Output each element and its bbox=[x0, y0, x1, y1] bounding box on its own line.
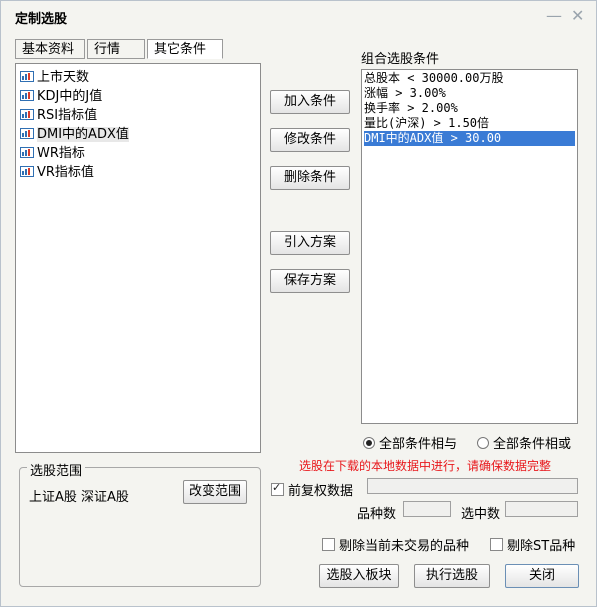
add-condition-button[interactable]: 加入条件 bbox=[270, 90, 350, 114]
count-label: 品种数 bbox=[357, 507, 397, 522]
select-to-block-button[interactable]: 选股入板块 bbox=[319, 564, 399, 588]
checkbox-checked-icon bbox=[271, 481, 284, 496]
conditions-list[interactable]: 总股本 < 30000.00万股 涨幅 > 3.00% 换手率 > 2.00% … bbox=[361, 69, 578, 424]
indicator-icon bbox=[20, 166, 34, 177]
tab-market[interactable]: 行情 bbox=[87, 39, 145, 59]
progress-field bbox=[367, 478, 578, 494]
condition-item[interactable]: 换手率 > 2.00% bbox=[364, 101, 575, 116]
indicator-icon bbox=[20, 128, 34, 139]
tree-item-listing-days[interactable]: 上市天数 bbox=[20, 69, 89, 87]
dialog-window: 定制选股 — ✕ 基本资料 行情 其它条件 上市天数 KDJ中的J值 RSI指标… bbox=[0, 0, 597, 607]
change-range-button[interactable]: 改变范围 bbox=[183, 480, 247, 504]
window-title: 定制选股 bbox=[15, 12, 68, 27]
indicator-icon bbox=[20, 71, 34, 82]
logic-and-radio[interactable]: 全部条件相与 bbox=[363, 433, 457, 452]
save-scheme-button[interactable]: 保存方案 bbox=[270, 269, 350, 293]
tab-basic-info[interactable]: 基本资料 bbox=[15, 39, 85, 59]
delete-condition-button[interactable]: 删除条件 bbox=[270, 166, 350, 190]
logic-or-label: 全部条件相或 bbox=[493, 437, 572, 452]
checkbox-unchecked-icon bbox=[490, 538, 503, 551]
tree-item-label: RSI指标值 bbox=[37, 108, 98, 123]
tree-item-vr[interactable]: VR指标值 bbox=[20, 164, 94, 182]
radio-unchecked-icon bbox=[477, 437, 489, 449]
close-icon[interactable]: ✕ bbox=[571, 6, 584, 25]
tree-item-dmi-adx[interactable]: DMI中的ADX值 bbox=[20, 126, 129, 144]
tree-item-label: WR指标 bbox=[37, 146, 85, 161]
indicator-icon bbox=[20, 90, 34, 101]
import-scheme-button[interactable]: 引入方案 bbox=[270, 231, 350, 255]
count-value bbox=[403, 501, 451, 517]
tree-item-label: 上市天数 bbox=[37, 70, 90, 85]
pre-adjust-label: 前复权数据 bbox=[288, 484, 354, 499]
range-title: 选股范围 bbox=[27, 460, 86, 479]
tree-item-wr[interactable]: WR指标 bbox=[20, 145, 85, 163]
tree-item-label: KDJ中的J值 bbox=[37, 89, 103, 104]
condition-item-selected[interactable]: DMI中的ADX值 > 30.00 bbox=[364, 131, 575, 146]
range-text: 上证A股 深证A股 bbox=[29, 490, 129, 505]
close-button[interactable]: 关闭 bbox=[505, 564, 579, 588]
tree-item-kdj-j[interactable]: KDJ中的J值 bbox=[20, 88, 102, 106]
tab-other-conditions[interactable]: 其它条件 bbox=[147, 39, 223, 59]
tree-item-rsi[interactable]: RSI指标值 bbox=[20, 107, 97, 125]
tree-item-label: VR指标值 bbox=[37, 165, 94, 180]
logic-or-radio[interactable]: 全部条件相或 bbox=[477, 433, 571, 452]
selected-count-label: 选中数 bbox=[461, 507, 501, 522]
modify-condition-button[interactable]: 修改条件 bbox=[270, 128, 350, 152]
title-bar: 定制选股 — ✕ bbox=[1, 1, 596, 31]
exclude-untraded-checkbox[interactable]: 剔除当前未交易的品种 bbox=[322, 535, 469, 554]
conditions-label: 组合选股条件 bbox=[361, 52, 440, 67]
checkbox-unchecked-icon bbox=[322, 538, 335, 551]
data-warning-text: 选股在下载的本地数据中进行，请确保数据完整 bbox=[299, 459, 552, 473]
indicator-icon bbox=[20, 147, 34, 158]
exclude-st-checkbox[interactable]: 剔除ST品种 bbox=[490, 535, 575, 554]
radio-checked-icon bbox=[363, 437, 375, 449]
tree-item-label: DMI中的ADX值 bbox=[37, 127, 129, 142]
exclude-untraded-label: 剔除当前未交易的品种 bbox=[339, 539, 470, 554]
condition-tree[interactable]: 上市天数 KDJ中的J值 RSI指标值 DMI中的ADX值 WR指标 VR指标值 bbox=[15, 63, 261, 453]
exclude-st-label: 剔除ST品种 bbox=[507, 539, 576, 554]
execute-selection-button[interactable]: 执行选股 bbox=[414, 564, 490, 588]
condition-item[interactable]: 涨幅 > 3.00% bbox=[364, 86, 575, 101]
pre-adjust-checkbox[interactable]: 前复权数据 bbox=[271, 480, 353, 499]
logic-and-label: 全部条件相与 bbox=[379, 437, 458, 452]
condition-item[interactable]: 量比(沪深) > 1.50倍 bbox=[364, 116, 575, 131]
indicator-icon bbox=[20, 109, 34, 120]
condition-item[interactable]: 总股本 < 30000.00万股 bbox=[364, 71, 575, 86]
minimize-icon[interactable]: — bbox=[546, 6, 562, 25]
selected-count-value bbox=[505, 501, 578, 517]
